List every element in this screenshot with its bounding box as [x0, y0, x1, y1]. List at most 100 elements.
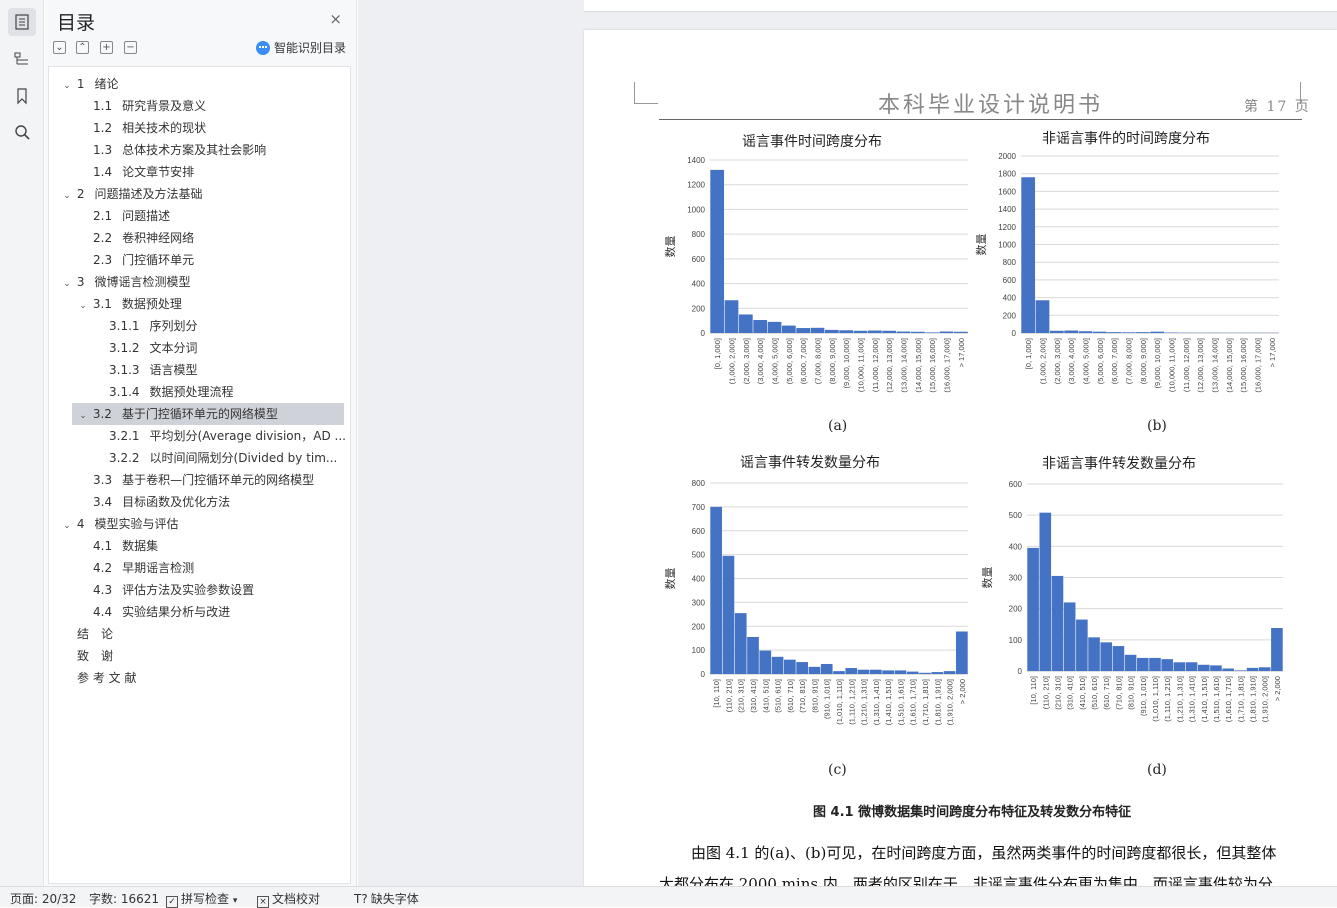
toc-item[interactable]: ⌄ 4模型实验与评估	[61, 513, 178, 535]
x-tick-label: [0, 1,000]	[713, 338, 722, 369]
toc-item[interactable]: 4.2早期谣言检测	[93, 557, 194, 579]
toc-item[interactable]: 1.2相关技术的现状	[93, 117, 206, 139]
spell-check-label: 拼写检查	[181, 892, 229, 906]
bar	[845, 668, 857, 674]
chevron-down-icon[interactable]: ⌄	[61, 75, 73, 97]
x-tick-label: (910, 1,010]	[1139, 676, 1148, 716]
toc-item-label: 门控循环单元	[122, 253, 194, 267]
add-heading-icon[interactable]: +	[100, 41, 113, 54]
collapse-all-icon[interactable]: ⌄	[53, 41, 66, 54]
missing-font-button[interactable]: T?缺失字体	[354, 890, 419, 907]
bar	[796, 328, 810, 333]
document-page: 本科毕业设计说明书 第 17 页 谣言事件时间跨度分布(a)0200400600…	[584, 30, 1337, 886]
chevron-down-icon[interactable]: ⌄	[61, 515, 73, 537]
toc-item[interactable]: ⌄ 3.2基于门控循环单元的网络模型	[72, 403, 344, 425]
toc-item-number: 2	[77, 183, 85, 205]
toc-item-number: 3.1.4	[109, 381, 140, 403]
bar	[868, 331, 882, 333]
remove-heading-icon[interactable]: −	[124, 41, 137, 54]
toc-item-label: 结 论	[77, 627, 113, 641]
toc-item[interactable]: 4.3评估方法及实验参数设置	[93, 579, 254, 601]
y-tick-label: 0	[1012, 329, 1017, 338]
x-tick-label: (310, 410]	[1066, 676, 1075, 710]
toc-item[interactable]: 4.1数据集	[93, 535, 158, 557]
nav-pane-icon[interactable]	[8, 45, 36, 73]
x-tick-label: (510, 610]	[774, 679, 783, 713]
bookmark-icon[interactable]	[8, 82, 36, 110]
header-page-number: 第 17 页	[1244, 96, 1311, 116]
toc-item-number: 4.2	[93, 557, 112, 579]
bar	[1021, 177, 1035, 333]
y-tick-label: 1200	[998, 223, 1016, 232]
toc-item[interactable]: 结 论	[77, 623, 113, 645]
word-count[interactable]: 字数: 16621	[89, 890, 159, 907]
x-tick-label: (10,000, 11,000]	[857, 338, 866, 392]
bar	[1093, 332, 1107, 333]
toc-item[interactable]: ⌄ 2问题描述及方法基础	[61, 183, 202, 205]
bar	[710, 170, 724, 333]
y-tick-label: 100	[692, 646, 706, 655]
toc-item-label: 总体技术方案及其社会影响	[122, 143, 266, 157]
toc-item[interactable]: ⌄ 3.1数据预处理	[77, 293, 182, 315]
bar	[895, 670, 907, 674]
toc-item[interactable]: 1.3总体技术方案及其社会影响	[93, 139, 266, 161]
proofread-icon: ×	[257, 896, 269, 908]
toc-item[interactable]: 1.1研究背景及意义	[93, 95, 206, 117]
y-axis-label: 数量	[664, 568, 677, 590]
toc-panel: 目录 × ⌄ ⌃ + − 智能识别目录 ⌄ 1绪论1.1研究背景及意义1.2相关…	[45, 0, 357, 886]
toc-item-label: 实验结果分析与改进	[122, 605, 230, 619]
toc-item[interactable]: 3.4目标函数及优化方法	[93, 491, 230, 513]
toc-item[interactable]: 参 考 文 献	[77, 667, 136, 689]
page-count[interactable]: 页面: 20/32	[10, 890, 76, 907]
crop-mark	[634, 82, 635, 104]
x-tick-label: (410, 510]	[761, 679, 770, 713]
toc-item[interactable]: 3.1.4数据预处理流程	[109, 381, 234, 403]
bar	[1122, 332, 1136, 333]
y-tick-label: 0	[1018, 667, 1023, 676]
bar	[1107, 332, 1121, 333]
chevron-down-icon[interactable]: ⌄	[61, 273, 73, 295]
toc-item[interactable]: 致 谢	[77, 645, 113, 667]
x-tick-label: > 17,000	[1268, 338, 1277, 367]
toc-item[interactable]: 3.3基于卷积—门控循环单元的网络模型	[93, 469, 314, 491]
y-tick-label: 600	[692, 527, 706, 536]
bar	[897, 332, 911, 333]
toc-item[interactable]: 3.2.1平均划分(Average division，AD ...	[109, 425, 346, 447]
x-tick-label: (1,810, 1,910]	[933, 679, 942, 725]
bar	[1222, 669, 1234, 671]
toc-item[interactable]: ⌄ 1绪论	[61, 73, 118, 95]
x-tick-label: (910, 1,010]	[823, 679, 832, 719]
close-icon[interactable]: ×	[329, 10, 342, 28]
outline-icon[interactable]	[8, 8, 36, 36]
y-axis-label: 数量	[975, 234, 988, 256]
chevron-down-icon[interactable]: ⌄	[77, 405, 89, 427]
bar	[796, 662, 808, 674]
toc-item[interactable]: 3.1.1序列划分	[109, 315, 198, 337]
bar	[723, 556, 735, 674]
x-tick-label: (15,000, 16,000]	[928, 338, 937, 393]
toc-item[interactable]: 2.3门控循环单元	[93, 249, 194, 271]
spell-check-button[interactable]: ✓拼写检查 ▾	[166, 890, 237, 908]
toc-item[interactable]: 4.4实验结果分析与改进	[93, 601, 230, 623]
x-tick-label: (6,000, 7,000]	[799, 338, 808, 384]
chevron-down-icon[interactable]: ⌄	[61, 185, 73, 207]
toc-item[interactable]: ⌄ 3微博谣言检测模型	[61, 271, 190, 293]
chevron-down-icon[interactable]: ⌄	[77, 295, 89, 317]
bar	[825, 330, 839, 333]
expand-up-icon[interactable]: ⌃	[76, 41, 89, 54]
toc-item[interactable]: 2.2卷积神经网络	[93, 227, 194, 249]
proofread-button[interactable]: ×文档校对	[257, 890, 320, 908]
toc-item[interactable]: 1.4论文章节安排	[93, 161, 194, 183]
toc-item[interactable]: 3.2.2以时间间隔划分(Divided by tim...	[109, 447, 337, 469]
x-tick-label: (9,000, 10,000]	[842, 338, 851, 388]
bar	[735, 613, 747, 674]
toc-item-number: 3	[77, 271, 85, 293]
smart-toc-button[interactable]: 智能识别目录	[256, 39, 346, 56]
toc-item[interactable]: 3.1.3语言模型	[109, 359, 198, 381]
toc-item[interactable]: 2.1问题描述	[93, 205, 170, 227]
bar	[782, 326, 796, 333]
x-tick-label: (710, 810]	[1114, 676, 1123, 710]
x-tick-label: (810, 910]	[1127, 676, 1136, 710]
search-icon[interactable]	[8, 118, 36, 146]
toc-item[interactable]: 3.1.2文本分词	[109, 337, 198, 359]
